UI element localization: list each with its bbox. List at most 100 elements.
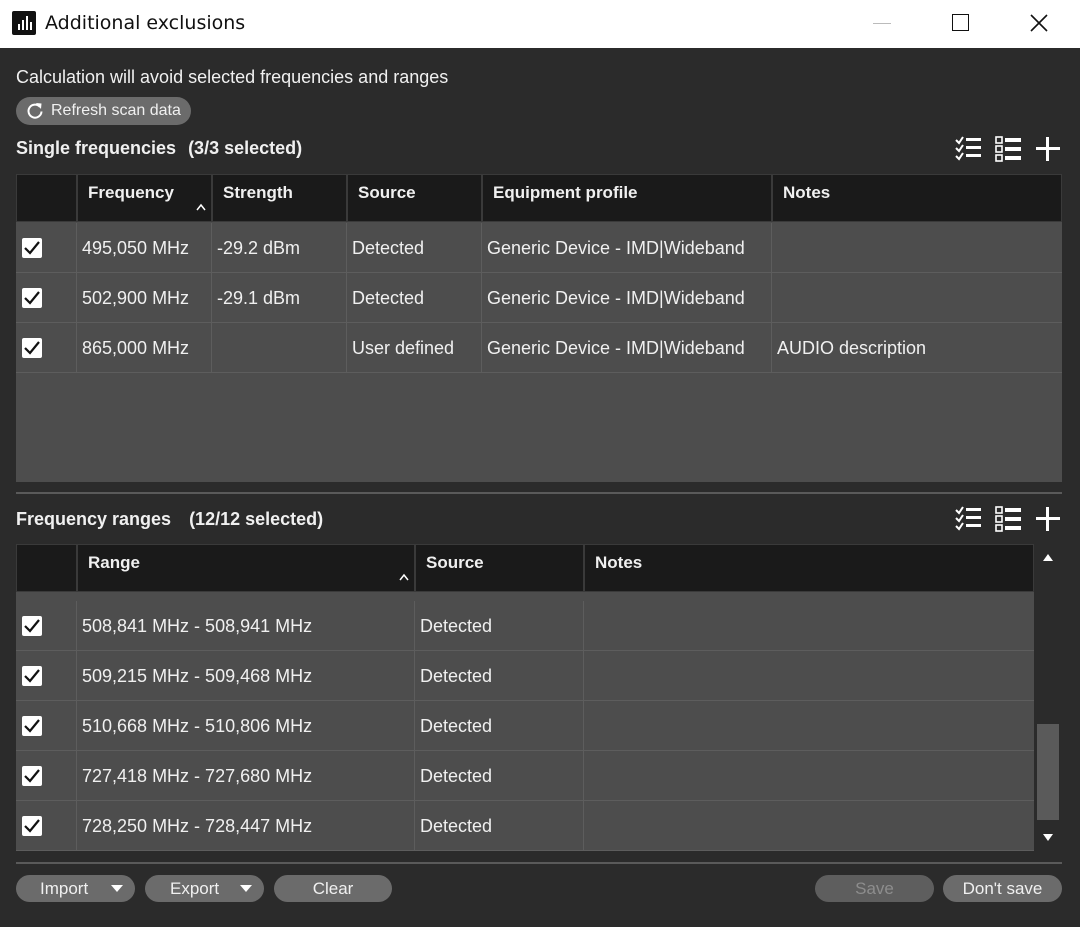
scrollbar-thumb[interactable]: [1037, 724, 1059, 820]
frequency-cell: 495,050 MHz: [77, 223, 212, 273]
checkmark-icon: [24, 719, 40, 733]
scroll-up-arrow-icon[interactable]: [1041, 552, 1055, 562]
footer-divider: [16, 862, 1062, 864]
list-view-icon[interactable]: [994, 505, 1022, 533]
table-header: Range Source Notes: [16, 544, 1034, 592]
column-header-select[interactable]: [16, 174, 77, 222]
row-checkbox[interactable]: [22, 716, 42, 736]
ranges-scrollbar[interactable]: [1034, 544, 1062, 851]
single-frequencies-title: Single frequencies: [16, 138, 177, 158]
sort-ascending-icon: [196, 203, 206, 211]
strength-cell: -29.2 dBm: [212, 223, 347, 273]
refresh-scan-data-button[interactable]: Refresh scan data: [16, 97, 191, 125]
row-checkbox[interactable]: [22, 616, 42, 636]
source-cell: User defined: [347, 323, 482, 373]
source-cell: Detected: [347, 223, 482, 273]
import-label: Import: [40, 879, 89, 898]
row-select-cell: [16, 701, 77, 751]
row-select-cell: [16, 601, 77, 651]
row-select-cell: [16, 323, 77, 373]
notes-cell[interactable]: [584, 751, 1034, 801]
notes-cell[interactable]: [584, 801, 1034, 851]
checkmark-icon: [24, 291, 40, 305]
column-header-strength[interactable]: Strength: [212, 174, 347, 222]
add-icon[interactable]: [1034, 505, 1062, 533]
notes-cell[interactable]: [772, 223, 1062, 273]
equipment-profile-cell: Generic Device - IMD|Wideband: [482, 223, 772, 273]
source-cell: Detected: [415, 751, 584, 801]
row-checkbox[interactable]: [22, 766, 42, 786]
column-header-range[interactable]: Range: [77, 544, 415, 592]
close-button[interactable]: [1012, 0, 1066, 48]
row-select-cell: [16, 751, 77, 801]
equipment-profile-cell: Generic Device - IMD|Wideband: [482, 323, 772, 373]
column-header-equipment-profile[interactable]: Equipment profile: [482, 174, 772, 222]
chevron-down-icon: [240, 885, 252, 892]
source-cell: Detected: [415, 801, 584, 851]
refresh-icon: [27, 103, 43, 119]
save-button[interactable]: Save: [815, 875, 934, 902]
close-icon: [1030, 14, 1048, 32]
row-select-cell: [16, 651, 77, 701]
table-row[interactable]: 510,668 MHz - 510,806 MHz Detected: [16, 701, 1034, 751]
row-checkbox[interactable]: [22, 288, 42, 308]
import-button[interactable]: Import: [16, 875, 135, 902]
dont-save-button[interactable]: Don't save: [943, 875, 1062, 902]
checkmark-icon: [24, 241, 40, 255]
app-logo-icon: [12, 11, 36, 35]
add-icon[interactable]: [1034, 135, 1062, 163]
column-header-select[interactable]: [16, 544, 77, 592]
range-cell: 508,841 MHz - 508,941 MHz: [77, 601, 415, 651]
single-frequencies-table: Frequency Strength Source Equipment prof…: [16, 174, 1062, 482]
ranges-toolbar: [954, 505, 1064, 535]
notes-cell[interactable]: [584, 651, 1034, 701]
select-all-icon[interactable]: [954, 135, 982, 163]
window-title: Additional exclusions: [45, 12, 246, 34]
table-header: Frequency Strength Source Equipment prof…: [16, 174, 1062, 222]
clear-button[interactable]: Clear: [274, 875, 392, 902]
single-toolbar: [954, 135, 1064, 165]
frequency-ranges-heading: Frequency ranges (12/12 selected): [16, 509, 323, 530]
chevron-down-icon: [111, 885, 123, 892]
checkmark-icon: [24, 769, 40, 783]
column-header-notes[interactable]: Notes: [772, 174, 1062, 222]
single-frequencies-heading: Single frequencies (3/3 selected): [16, 138, 302, 159]
notes-cell[interactable]: [584, 701, 1034, 751]
scroll-down-arrow-icon[interactable]: [1041, 833, 1055, 843]
column-header-notes[interactable]: Notes: [584, 544, 1034, 592]
column-header-frequency[interactable]: Frequency: [77, 174, 212, 222]
table-row[interactable]: 502,900 MHz -29.1 dBm Detected Generic D…: [16, 273, 1062, 323]
save-label: Save: [855, 879, 894, 898]
select-all-icon[interactable]: [954, 505, 982, 533]
range-cell: 510,668 MHz - 510,806 MHz: [77, 701, 415, 751]
title-bar: Additional exclusions: [0, 0, 1080, 48]
table-row[interactable]: 509,215 MHz - 509,468 MHz Detected: [16, 651, 1034, 701]
table-row[interactable]: 865,000 MHz User defined Generic Device …: [16, 323, 1062, 373]
minimize-button[interactable]: [855, 0, 909, 48]
export-button[interactable]: Export: [145, 875, 264, 902]
column-header-source[interactable]: Source: [415, 544, 584, 592]
strength-cell: [212, 323, 347, 373]
row-checkbox[interactable]: [22, 666, 42, 686]
list-view-icon[interactable]: [994, 135, 1022, 163]
row-checkbox[interactable]: [22, 816, 42, 836]
notes-cell[interactable]: [772, 273, 1062, 323]
row-select-cell: [16, 273, 77, 323]
source-cell: Detected: [415, 651, 584, 701]
maximize-button[interactable]: [933, 0, 987, 48]
row-checkbox[interactable]: [22, 238, 42, 258]
table-row[interactable]: 495,050 MHz -29.2 dBm Detected Generic D…: [16, 223, 1062, 273]
table-row[interactable]: 508,841 MHz - 508,941 MHz Detected: [16, 601, 1034, 651]
dialog-content: Calculation will avoid selected frequenc…: [0, 48, 1080, 927]
sort-ascending-icon: [399, 573, 409, 581]
row-select-cell: [16, 801, 77, 851]
clear-label: Clear: [312, 879, 354, 898]
strength-cell: -29.1 dBm: [212, 273, 347, 323]
column-header-source[interactable]: Source: [347, 174, 482, 222]
table-row[interactable]: 728,250 MHz - 728,447 MHz Detected: [16, 801, 1034, 851]
notes-cell[interactable]: AUDIO description: [772, 323, 1062, 373]
equipment-profile-cell: Generic Device - IMD|Wideband: [482, 273, 772, 323]
table-row[interactable]: 727,418 MHz - 727,680 MHz Detected: [16, 751, 1034, 801]
notes-cell[interactable]: [584, 601, 1034, 651]
row-checkbox[interactable]: [22, 338, 42, 358]
